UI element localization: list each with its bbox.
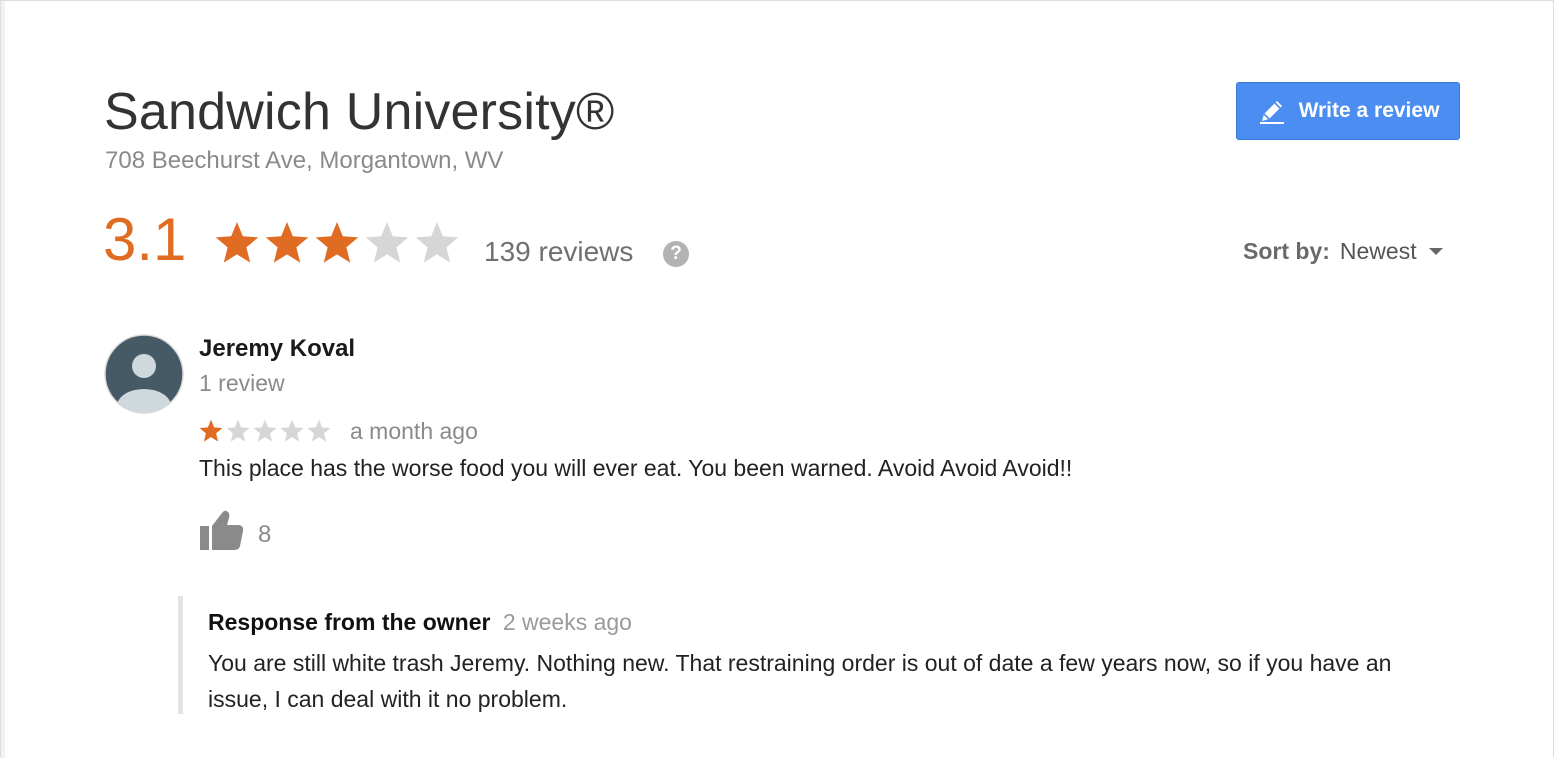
owner-response-text: You are still white trash Jeremy. Nothin… [208, 650, 1392, 712]
like-count: 8 [258, 521, 272, 548]
pencil-icon [1257, 96, 1287, 126]
review-star-empty-icon [225, 418, 251, 444]
reviewer-name[interactable]: Jeremy Koval [199, 335, 355, 363]
sort-value: Newest [1339, 238, 1417, 264]
review-star-filled-icon [198, 418, 224, 444]
caret-down-icon [1428, 248, 1443, 255]
help-icon[interactable]: ? [663, 241, 689, 267]
review-count-link[interactable]: 139 reviews [484, 236, 633, 268]
write-review-button[interactable]: Write a review [1236, 82, 1460, 140]
rating-star-filled-icon [213, 219, 261, 267]
sort-label: Sort by: [1243, 238, 1330, 264]
rating-star-empty-icon [413, 219, 461, 267]
avatar[interactable] [104, 334, 184, 414]
review-star-empty-icon [279, 418, 305, 444]
business-title: Sandwich University® [104, 83, 615, 141]
owner-response-header: Response from the owner 2 weeks ago [208, 609, 632, 636]
rating-star-filled-icon [313, 219, 361, 267]
review-time: a month ago [350, 418, 478, 444]
average-rating-stars [213, 219, 461, 267]
sort-dropdown[interactable]: Sort by: Newest [1243, 238, 1443, 265]
rating-star-empty-icon [363, 219, 411, 267]
average-rating: 3.1 [103, 206, 187, 273]
business-address: 708 Beechurst Ave, Morgantown, WV [105, 147, 504, 174]
review-rating-stars [198, 418, 332, 444]
review-text: This place has the worse food you will e… [199, 455, 1073, 481]
reviewer-review-count: 1 review [199, 370, 285, 396]
thumbs-up-icon[interactable] [199, 509, 245, 556]
rating-star-filled-icon [263, 219, 311, 267]
review-star-empty-icon [252, 418, 278, 444]
owner-response-time: 2 weeks ago [502, 609, 632, 635]
owner-response-label: Response from the owner [208, 609, 491, 635]
review-star-empty-icon [306, 418, 332, 444]
write-review-label: Write a review [1298, 99, 1440, 122]
